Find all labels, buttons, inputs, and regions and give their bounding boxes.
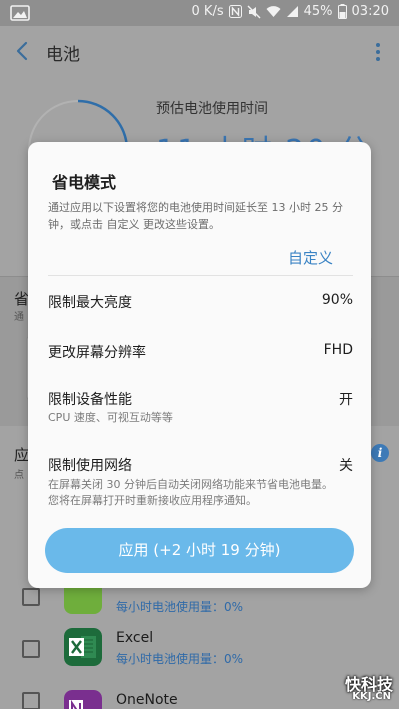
apply-button[interactable]: 应用 (+2 小时 19 分钟) [45, 528, 354, 573]
battery-icon [337, 4, 347, 19]
option-description: 在屏幕关闭 30 分钟后自动关闭网络功能来节省电池电量。您将在屏幕打开时重新接收… [48, 478, 333, 507]
status-bar: 0 K/s 45% 03:20 [0, 0, 399, 26]
app-checkbox[interactable] [22, 588, 40, 606]
option-value: 90% [321, 292, 353, 308]
watermark-logo: 快科技 KKJ.CN [309, 671, 393, 705]
app-checkbox[interactable] [22, 692, 40, 709]
dialog-title: 省电模式 [52, 173, 117, 192]
customize-link[interactable]: 自定义 [288, 247, 333, 268]
estimate-label: 预估电池使用时间 [156, 101, 268, 117]
more-options-icon[interactable] [375, 41, 381, 63]
watermark-subtext: KKJ.CN [352, 691, 391, 702]
app-name: Excel [116, 630, 154, 646]
page-title: 电池 [46, 45, 80, 65]
back-arrow-icon[interactable] [12, 40, 34, 62]
image-notification-icon [10, 5, 30, 21]
divider [48, 275, 353, 276]
app-bar: 电池 [0, 26, 399, 76]
wifi-icon [266, 6, 281, 17]
option-label: 限制设备性能 [48, 392, 132, 408]
app-name: OneNote [116, 692, 178, 708]
dialog-description: 通过应用以下设置将您的电池使用时间延长至 13 小时 25 分钟，或点击 自定义… [48, 201, 343, 231]
option-label: 更改屏幕分辨率 [48, 345, 146, 361]
signal-icon [286, 6, 298, 17]
network-speed: 0 K/s [191, 4, 224, 19]
option-description: CPU 速度、可视互动等等 [48, 411, 173, 424]
onenote-icon [64, 690, 102, 709]
info-icon[interactable]: i [371, 444, 389, 462]
mute-icon [247, 5, 261, 18]
clock: 03:20 [351, 4, 389, 19]
apps-subtext: 点 [14, 470, 24, 481]
option-value: 开 [339, 392, 353, 408]
excel-icon [64, 628, 102, 666]
option-value: 关 [339, 458, 353, 474]
power-saving-dialog: 省电模式 通过应用以下设置将您的电池使用时间延长至 13 小时 25 分钟，或点… [28, 142, 371, 588]
option-label: 限制使用网络 [48, 458, 132, 474]
battery-percent: 45% [303, 4, 333, 19]
app-checkbox[interactable] [22, 640, 40, 658]
apps-heading: 应 [14, 446, 30, 464]
option-value: FHD [323, 342, 353, 358]
app-usage: 每小时电池使用量：0% [116, 600, 244, 614]
option-label: 限制最大亮度 [48, 295, 132, 311]
nfc-icon [228, 5, 242, 18]
app-usage: 每小时电池使用量：0% [116, 652, 244, 666]
power-saving-subtext: 通 [14, 312, 24, 323]
power-saving-heading: 省 [14, 290, 30, 308]
